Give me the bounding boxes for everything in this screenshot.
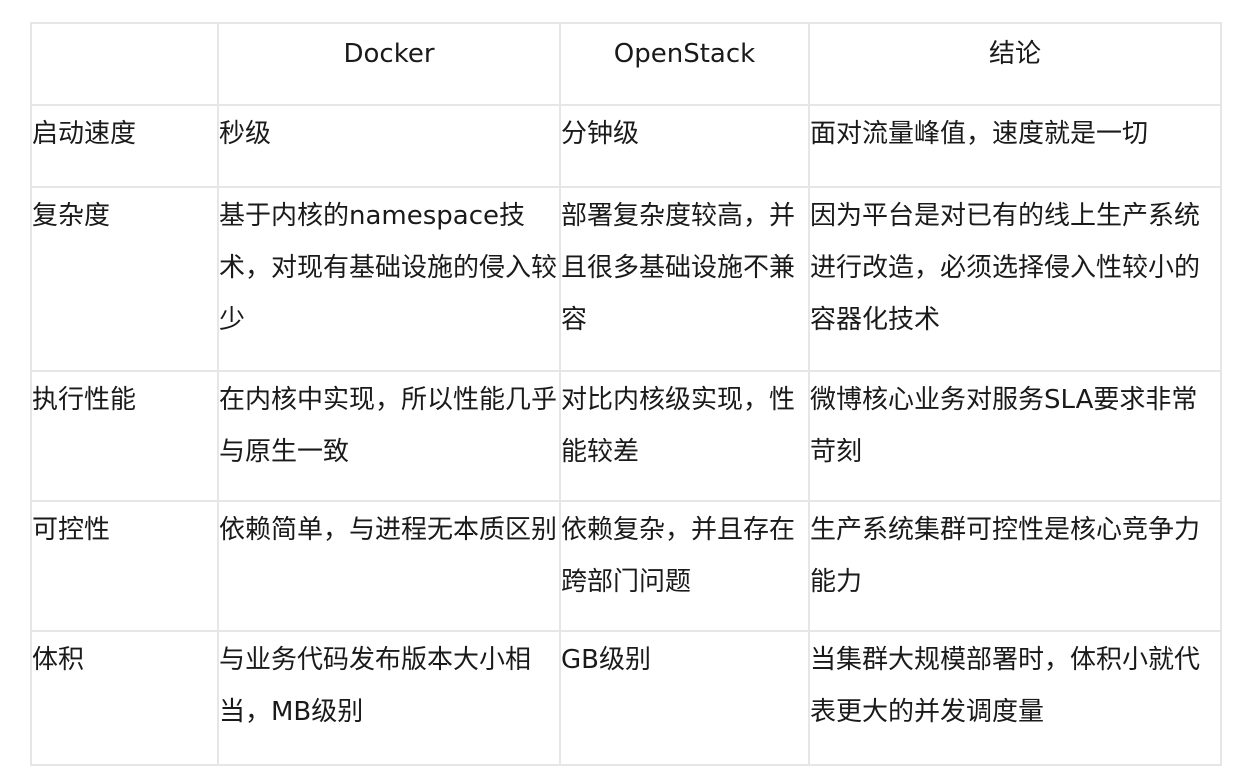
row-label-cell: 体积: [30, 630, 219, 766]
conclusion-cell: 当集群大规模部署时，体积小就代表更大的并发调度量: [808, 630, 1222, 766]
conclusion-cell: 面对流量峰值，速度就是一切: [808, 104, 1222, 188]
docker-cell: 依赖简单，与进程无本质区别: [217, 500, 561, 632]
openstack-cell: GB级别: [559, 630, 810, 766]
header-cell-conclusion: 结论: [808, 22, 1222, 106]
header-cell-openstack: OpenStack: [559, 22, 810, 106]
row-label-cell: 执行性能: [30, 370, 219, 502]
openstack-cell: 依赖复杂，并且存在跨部门问题: [559, 500, 810, 632]
header-cell-docker: Docker: [217, 22, 561, 106]
table-row: 启动速度 秒级 分钟级 面对流量峰值，速度就是一切: [30, 104, 1222, 188]
comparison-table: Docker OpenStack 结论 启动速度 秒级 分钟级 面对流量峰值，速…: [30, 22, 1222, 766]
table-row: 可控性 依赖简单，与进程无本质区别 依赖复杂，并且存在跨部门问题 生产系统集群可…: [30, 500, 1222, 632]
conclusion-cell: 微博核心业务对服务SLA要求非常苛刻: [808, 370, 1222, 502]
row-label-cell: 可控性: [30, 500, 219, 632]
table-row: 执行性能 在内核中实现，所以性能几乎与原生一致 对比内核级实现，性能较差 微博核…: [30, 370, 1222, 502]
docker-cell: 与业务代码发布版本大小相当，MB级别: [217, 630, 561, 766]
docker-cell: 基于内核的namespace技术，对现有基础设施的侵入较少: [217, 186, 561, 372]
header-row: Docker OpenStack 结论: [30, 22, 1222, 106]
header-cell-empty: [30, 22, 219, 106]
openstack-cell: 对比内核级实现，性能较差: [559, 370, 810, 502]
docker-cell: 秒级: [217, 104, 561, 188]
row-label-cell: 复杂度: [30, 186, 219, 372]
table-row: 复杂度 基于内核的namespace技术，对现有基础设施的侵入较少 部署复杂度较…: [30, 186, 1222, 372]
row-label-cell: 启动速度: [30, 104, 219, 188]
openstack-cell: 分钟级: [559, 104, 810, 188]
conclusion-cell: 生产系统集群可控性是核心竞争力能力: [808, 500, 1222, 632]
openstack-cell: 部署复杂度较高，并且很多基础设施不兼容: [559, 186, 810, 372]
conclusion-cell: 因为平台是对已有的线上生产系统进行改造，必须选择侵入性较小的容器化技术: [808, 186, 1222, 372]
table-row: 体积 与业务代码发布版本大小相当，MB级别 GB级别 当集群大规模部署时，体积小…: [30, 630, 1222, 766]
docker-cell: 在内核中实现，所以性能几乎与原生一致: [217, 370, 561, 502]
